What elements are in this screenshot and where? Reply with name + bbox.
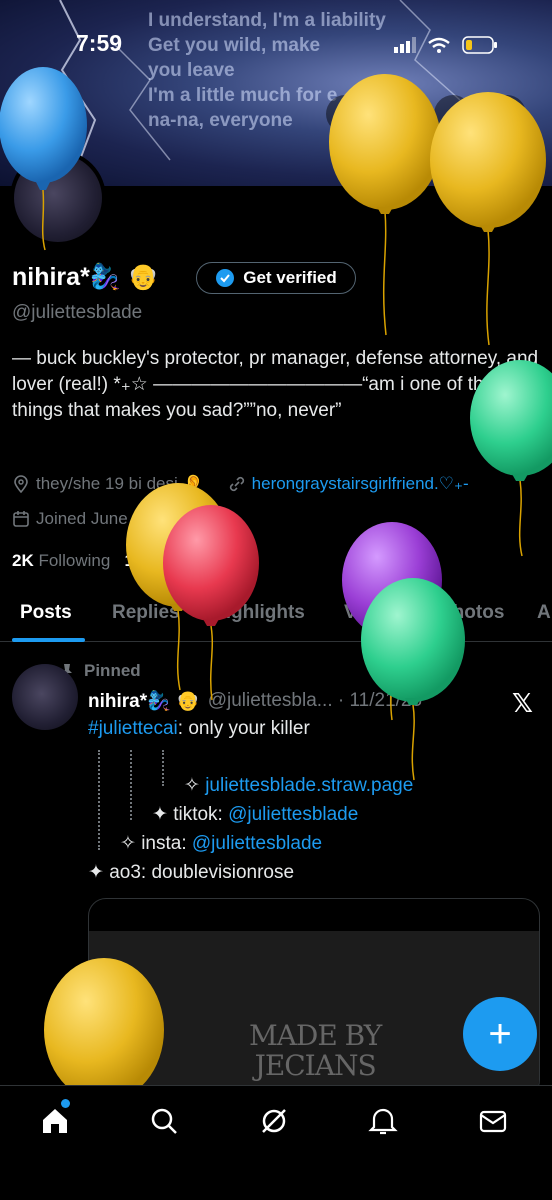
- grok-icon: [262, 1109, 286, 1133]
- post-author-avatar[interactable]: [12, 664, 78, 730]
- calendar-icon: [13, 511, 29, 527]
- post-line-2: ✧ juliettesblade.straw.page: [184, 775, 414, 796]
- nav-messages[interactable]: [473, 1101, 513, 1141]
- post-line-4: ✧ insta: @juliettesblade: [120, 833, 323, 854]
- profile-joined-row: Joined June 202: [12, 509, 161, 529]
- profile-tabs: Posts Replies Highlights Videos Photos A: [0, 596, 552, 642]
- mail-icon: [479, 1110, 507, 1133]
- link-icon: [229, 476, 244, 492]
- follow-stats: 2K Following 1.6K Followers: [12, 551, 238, 571]
- nav-search[interactable]: [144, 1101, 184, 1141]
- post-line-3: ✦ tiktok: @juliettesblade: [152, 804, 359, 825]
- grok-icon: [337, 106, 353, 122]
- pencil-icon: [444, 105, 462, 123]
- tab-articles[interactable]: A: [537, 602, 551, 624]
- x-logo-icon: 𝕏: [512, 688, 533, 718]
- profile-pronouns: they/she 19 bi desi 👂: [36, 474, 204, 493]
- tree-guide: [130, 750, 132, 820]
- share-icon: [499, 104, 515, 123]
- post-author-meta: @juliettesbla... · 11/21/25: [207, 690, 423, 711]
- profile-avatar[interactable]: [10, 150, 106, 246]
- edit-button[interactable]: [434, 95, 472, 133]
- search-icon: [389, 105, 407, 123]
- home-icon: [43, 1109, 67, 1133]
- post-line-1: #juliettecai: only your killer: [88, 718, 310, 739]
- status-time: 7:59: [76, 30, 123, 56]
- post-header: nihira*🧞‍♀️ 👴 @juliettesbla... · 11/21/2…: [88, 689, 422, 713]
- profile-meta-row: they/she 19 bi desi 👂 herongraystairsgir…: [12, 474, 552, 494]
- arrow-left-icon: [35, 107, 52, 121]
- home-notification-dot: [61, 1099, 70, 1108]
- get-verified-label: Get verified: [243, 268, 337, 287]
- status-icons: [394, 36, 498, 54]
- signal-icon: [394, 37, 416, 53]
- get-verified-button[interactable]: Get verified: [196, 262, 356, 294]
- bell-icon: [368, 1108, 398, 1135]
- tab-replies[interactable]: Replies: [112, 602, 180, 624]
- active-tab-indicator: [12, 638, 85, 642]
- profile-website-link[interactable]: herongraystairsgirlfriend.♡₊-: [252, 474, 469, 494]
- profile-bio: — buck buckley's protector, pr manager, …: [12, 348, 539, 421]
- tab-photos[interactable]: Photos: [440, 602, 504, 624]
- following-link[interactable]: 2K Following: [12, 551, 110, 570]
- post-author-name[interactable]: nihira*🧞‍♀️ 👴: [88, 689, 200, 713]
- search-button[interactable]: [379, 95, 417, 133]
- media-caption: MADE BY JECIANS: [249, 1019, 382, 1082]
- compose-button[interactable]: +: [463, 997, 537, 1071]
- tab-highlights[interactable]: Highlights: [212, 602, 305, 624]
- post-hashtag[interactable]: #juliettecai: [88, 718, 178, 739]
- search-icon: [151, 1108, 177, 1134]
- tab-posts[interactable]: Posts: [20, 602, 72, 624]
- location-icon: [14, 475, 28, 493]
- grok-button[interactable]: [326, 95, 364, 133]
- bottom-nav-bar: [0, 1085, 552, 1200]
- insta-mention-link[interactable]: @juliettesblade: [192, 833, 322, 854]
- nav-notifications[interactable]: [363, 1101, 403, 1141]
- straw-page-link[interactable]: juliettesblade.straw.page: [205, 775, 413, 796]
- profile-name: nihira*🧞‍♀️ 👴: [12, 263, 159, 291]
- followers-link[interactable]: 1.6K Followers: [124, 551, 237, 570]
- tree-guide: [98, 750, 100, 850]
- tree-guide: [162, 750, 164, 786]
- tab-videos[interactable]: Videos: [344, 602, 406, 624]
- tiktok-mention-link[interactable]: @juliettesblade: [228, 804, 358, 825]
- profile-joined: Joined June 202: [36, 509, 161, 528]
- wifi-icon: [428, 37, 450, 53]
- verified-badge-icon: [216, 269, 235, 287]
- share-button[interactable]: [488, 95, 526, 133]
- back-button[interactable]: [25, 95, 63, 133]
- post-media-card[interactable]: MADE BY JECIANS: [88, 898, 540, 1098]
- nav-grok[interactable]: [254, 1101, 294, 1141]
- pinned-label: Pinned: [84, 661, 141, 680]
- post-line-5: ✦ ao3: doublevisionrose: [88, 862, 295, 883]
- battery-icon: [462, 36, 497, 54]
- nav-home[interactable]: [35, 1101, 75, 1141]
- profile-handle: @juliettesblade: [12, 302, 143, 323]
